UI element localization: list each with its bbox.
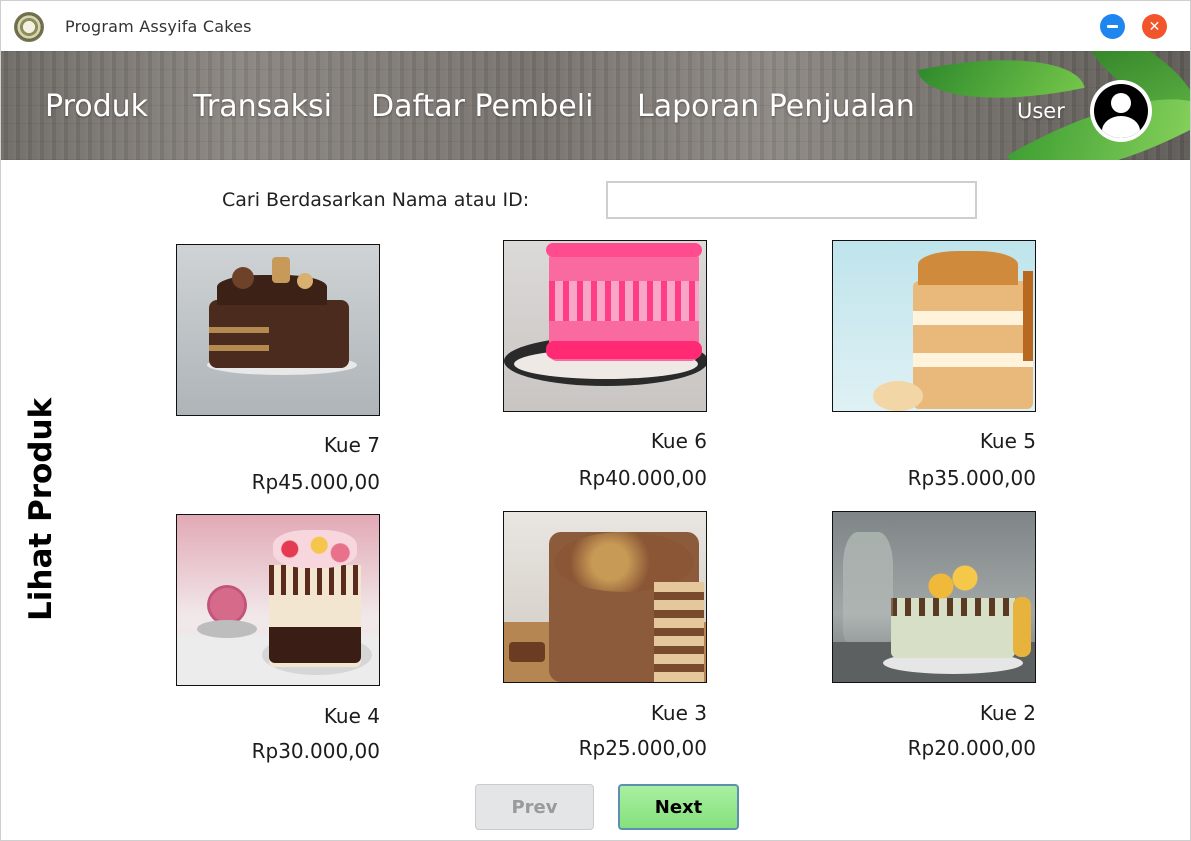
title-bar: Program Assyifa Cakes ✕ — [1, 1, 1190, 51]
product-image-chocolate-drip-cake[interactable] — [176, 244, 380, 416]
nav-header: Produk Transaksi Daftar Pembeli Laporan … — [1, 51, 1190, 160]
app-logo-icon — [14, 12, 44, 42]
product-image-berry-macaron-cake[interactable] — [176, 514, 380, 686]
search-label: Cari Berdasarkan Nama atau ID: — [222, 189, 530, 211]
product-image-gold-macaron-cake[interactable] — [832, 511, 1036, 683]
product-price: Rp45.000,00 — [251, 470, 380, 494]
prev-button[interactable]: Prev — [475, 784, 594, 830]
product-price: Rp35.000,00 — [907, 466, 1036, 490]
product-price: Rp20.000,00 — [907, 736, 1036, 760]
product-image-chocolate-crunch-cake[interactable] — [503, 511, 707, 683]
user-avatar-icon[interactable] — [1090, 80, 1152, 142]
product-name: Kue 4 — [323, 704, 380, 728]
page-title: Lihat Produk — [23, 397, 59, 621]
nav-item-produk[interactable]: Produk — [45, 89, 148, 124]
minimize-icon[interactable] — [1100, 14, 1125, 39]
product-price: Rp40.000,00 — [578, 466, 707, 490]
product-name: Kue 7 — [323, 433, 380, 457]
product-name: Kue 3 — [650, 701, 707, 725]
product-name: Kue 2 — [979, 701, 1036, 725]
nav-item-laporan-penjualan[interactable]: Laporan Penjualan — [637, 89, 915, 124]
product-price: Rp25.000,00 — [578, 736, 707, 760]
product-name: Kue 6 — [650, 429, 707, 453]
user-label: User — [1017, 99, 1065, 123]
search-input[interactable] — [606, 181, 977, 219]
product-price: Rp30.000,00 — [251, 739, 380, 763]
close-icon[interactable]: ✕ — [1142, 14, 1167, 39]
nav-item-transaksi[interactable]: Transaksi — [193, 89, 332, 124]
app-window: Program Assyifa Cakes ✕ Produk Transaksi… — [0, 0, 1191, 841]
nav-item-daftar-pembeli[interactable]: Daftar Pembeli — [371, 89, 593, 124]
product-name: Kue 5 — [979, 429, 1036, 453]
product-image-naked-caramel-cake[interactable] — [832, 240, 1036, 412]
next-button[interactable]: Next — [618, 784, 739, 830]
product-image-pink-drip-cake[interactable] — [503, 240, 707, 412]
app-title: Program Assyifa Cakes — [65, 17, 252, 36]
